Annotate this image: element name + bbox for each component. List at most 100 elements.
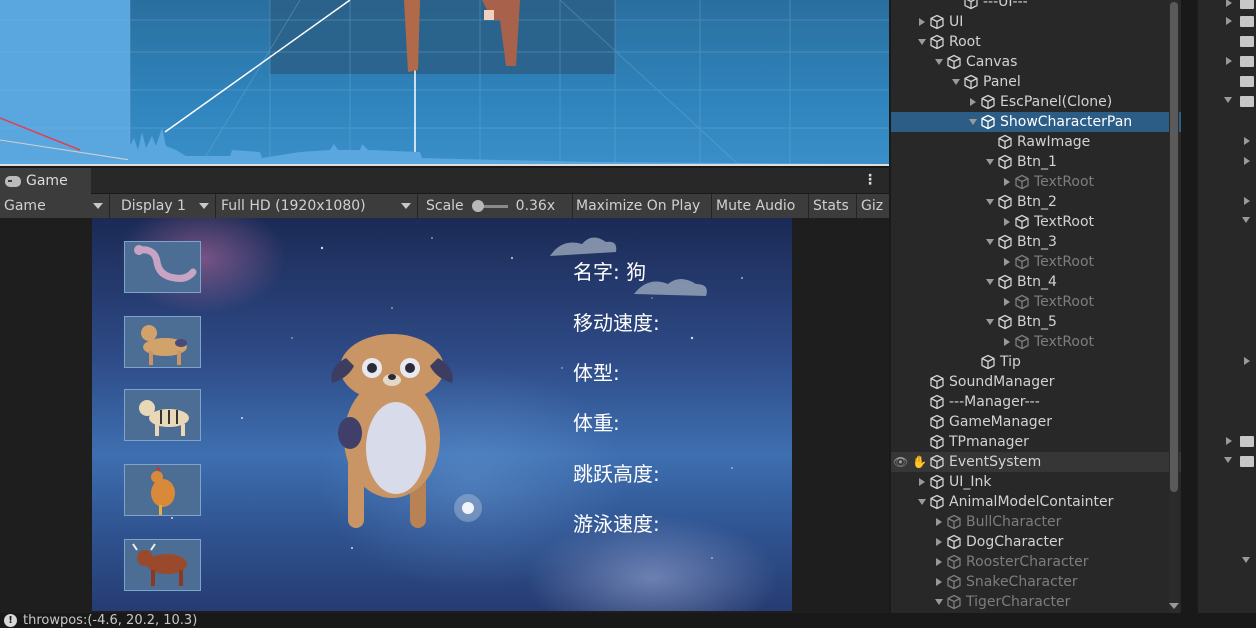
thumbnail-dog[interactable] [124, 316, 201, 368]
hierarchy-item[interactable]: Btn_4 [891, 272, 1181, 292]
hierarchy-item[interactable]: UI_Ink [891, 472, 1181, 492]
project-row[interactable] [1198, 212, 1256, 232]
chevron-down-icon[interactable] [951, 77, 961, 87]
chevron-right-icon[interactable] [1002, 177, 1012, 187]
hierarchy-item-label: BullCharacter [966, 514, 1062, 530]
gizmos-toggle[interactable]: Giz [857, 194, 889, 218]
chevron-down-icon[interactable] [985, 277, 995, 287]
project-row[interactable] [1198, 352, 1256, 372]
project-row[interactable] [1198, 32, 1256, 52]
hierarchy-scrollbar[interactable] [1169, 0, 1179, 613]
display-select[interactable]: Display 1 [110, 194, 216, 218]
hierarchy-item[interactable]: TPmanager [891, 432, 1181, 452]
chevron-down-icon[interactable] [934, 597, 944, 607]
chevron-right-icon[interactable] [968, 97, 978, 107]
project-row[interactable] [1198, 152, 1256, 172]
chevron-right-icon[interactable] [917, 477, 927, 487]
hierarchy-item[interactable]: RoosterCharacter [891, 552, 1181, 572]
hierarchy-item[interactable]: DogCharacter [891, 532, 1181, 552]
chevron-down-icon[interactable] [934, 57, 944, 67]
hierarchy-item[interactable]: Btn_5 [891, 312, 1181, 332]
project-row[interactable] [1198, 12, 1256, 32]
eye-icon[interactable]: 👁 [893, 455, 908, 469]
hierarchy-item[interactable]: TigerCharacter [891, 592, 1181, 612]
scale-control[interactable]: Scale 0.36x [418, 194, 573, 218]
hierarchy-item[interactable]: GameManager [891, 412, 1181, 432]
hierarchy-item[interactable]: AnimalModelContainter [891, 492, 1181, 512]
hierarchy-item[interactable]: TextRoot [891, 172, 1181, 192]
hierarchy-item[interactable]: ---UI--- [891, 0, 1181, 12]
console-status-bar[interactable]: ! throwpos:(-4.6, 20.2, 10.3) [0, 613, 1256, 628]
scrollbar-thumb[interactable] [1170, 2, 1178, 492]
hierarchy-item[interactable]: Btn_3 [891, 232, 1181, 252]
hierarchy-item[interactable]: EscPanel(Clone) [891, 92, 1181, 112]
project-row[interactable] [1198, 52, 1256, 72]
hierarchy-item[interactable]: TextRoot [891, 332, 1181, 352]
stats-toggle[interactable]: Stats [809, 194, 857, 218]
project-row[interactable] [1198, 72, 1256, 92]
chevron-down-icon[interactable] [917, 497, 927, 507]
project-panel[interactable] [1196, 0, 1256, 613]
hierarchy-item[interactable]: TextRoot [891, 212, 1181, 232]
project-row[interactable] [1198, 192, 1256, 212]
chevron-down-icon[interactable] [985, 157, 995, 167]
chevron-down-icon[interactable] [985, 237, 995, 247]
thumbnail-rooster[interactable] [124, 464, 201, 516]
chevron-right-icon[interactable] [934, 517, 944, 527]
thumbnail-bull[interactable] [124, 539, 201, 591]
mute-audio-toggle[interactable]: Mute Audio [712, 194, 809, 218]
hierarchy-panel[interactable]: ---UI--- UI Root Canvas Panel EscPanel(Clone)… [889, 0, 1181, 613]
chevron-down-icon[interactable] [917, 37, 927, 47]
chevron-right-icon[interactable] [934, 537, 944, 547]
project-row[interactable] [1198, 92, 1256, 112]
scale-slider[interactable] [471, 199, 508, 212]
thumbnail-tiger[interactable] [124, 389, 201, 441]
scale-slider-knob[interactable] [471, 199, 484, 212]
project-row[interactable] [1198, 452, 1256, 472]
info-weight: 体重: [573, 411, 620, 435]
pick-hand-icon[interactable]: ✋ [912, 455, 927, 469]
tab-game[interactable]: Game [0, 168, 91, 194]
hierarchy-item[interactable]: Panel [891, 72, 1181, 92]
project-row[interactable] [1198, 552, 1256, 572]
chevron-right-icon[interactable] [1002, 217, 1012, 227]
chevron-right-icon[interactable] [917, 17, 927, 27]
hierarchy-item[interactable]: Btn_2 [891, 192, 1181, 212]
hierarchy-item[interactable]: UI [891, 12, 1181, 32]
game-viewport[interactable]: 名字: 狗 移动速度: 体型: 体重: 跳跃高度: 游泳速度: [92, 218, 792, 611]
chevron-right-icon[interactable] [934, 557, 944, 567]
hierarchy-item[interactable]: SnakeCharacter [891, 572, 1181, 592]
project-row[interactable] [1198, 432, 1256, 452]
hierarchy-item[interactable]: TextRoot [891, 252, 1181, 272]
chevron-right-icon[interactable] [1002, 337, 1012, 347]
hierarchy-item[interactable]: Root [891, 32, 1181, 52]
scene-view[interactable] [0, 0, 889, 166]
hierarchy-item[interactable]: Btn_1 [891, 152, 1181, 172]
tiger-icon [139, 400, 189, 436]
kebab-menu-icon[interactable]: ⋮ [863, 172, 877, 188]
chevron-right-icon[interactable] [934, 577, 944, 587]
hierarchy-item[interactable]: Canvas [891, 52, 1181, 72]
chevron-down-icon[interactable] [968, 117, 978, 127]
chevron-right-icon[interactable] [1002, 297, 1012, 307]
hierarchy-item[interactable]: EventSystem [891, 452, 1181, 472]
hierarchy-item[interactable]: BullCharacter [891, 512, 1181, 532]
visibility-controls[interactable]: 👁 ✋ [893, 452, 933, 472]
view-select[interactable]: Game [0, 194, 110, 218]
scroll-down-icon[interactable] [1169, 603, 1179, 609]
hierarchy-item[interactable]: RawImage [891, 132, 1181, 152]
gameobject-cube-icon [946, 514, 962, 530]
info-icon: ! [4, 614, 17, 627]
maximize-on-play-toggle[interactable]: Maximize On Play [573, 194, 712, 218]
hierarchy-item[interactable]: Tip [891, 352, 1181, 372]
hierarchy-item[interactable]: ---Manager--- [891, 392, 1181, 412]
resolution-select[interactable]: Full HD (1920x1080) [216, 194, 418, 218]
hierarchy-item[interactable]: TextRoot [891, 292, 1181, 312]
chevron-down-icon[interactable] [985, 317, 995, 327]
chevron-right-icon[interactable] [1002, 257, 1012, 267]
hierarchy-item[interactable]: SoundManager [891, 372, 1181, 392]
thumbnail-snake[interactable] [124, 241, 201, 293]
project-row[interactable] [1198, 132, 1256, 152]
chevron-down-icon[interactable] [985, 197, 995, 207]
hierarchy-item[interactable]: ShowCharacterPan [891, 112, 1181, 132]
